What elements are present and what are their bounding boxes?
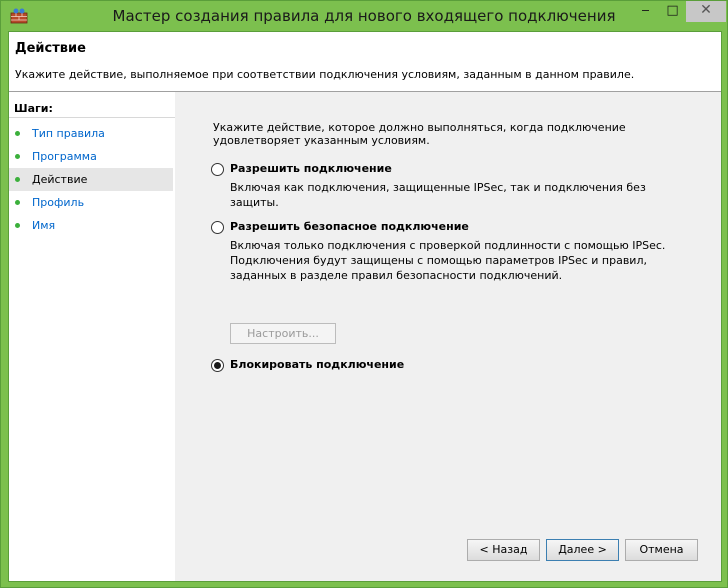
- steps-title: Шаги:: [14, 102, 53, 115]
- step-dot-icon: [15, 223, 20, 228]
- minimize-button[interactable]: ‒: [632, 1, 659, 22]
- step-action[interactable]: Действие: [9, 168, 173, 191]
- wizard-header: Действие Укажите действие, выполняемое п…: [9, 32, 721, 92]
- customize-button[interactable]: Настроить...: [230, 323, 336, 344]
- allow-secure-connection-description: Включая только подключения с проверкой п…: [230, 239, 666, 282]
- page-description: Укажите действие, выполняемое при соотве…: [15, 68, 635, 81]
- action-panel: Укажите действие, которое должно выполня…: [176, 92, 721, 581]
- back-button[interactable]: < Назад: [467, 539, 540, 561]
- step-dot-icon: [15, 177, 20, 182]
- wizard-client: Действие Укажите действие, выполняемое п…: [8, 31, 722, 582]
- step-label: Действие: [32, 173, 88, 186]
- cancel-button[interactable]: Отмена: [625, 539, 698, 561]
- close-button[interactable]: ✕: [686, 1, 726, 22]
- next-button[interactable]: Далее >: [546, 539, 619, 561]
- step-profile[interactable]: Профиль: [9, 191, 173, 214]
- step-label: Профиль: [32, 196, 85, 209]
- steps-sidebar: Шаги: Тип правила Программа Действие Про…: [9, 92, 175, 581]
- allow-connection-radio[interactable]: [211, 163, 224, 176]
- window-title: Мастер создания правила для нового входя…: [112, 7, 616, 25]
- allow-connection-description: Включая как подключения, защищенные IPSe…: [230, 181, 646, 209]
- intro-text: Укажите действие, которое должно выполня…: [213, 121, 626, 147]
- allow-connection-label[interactable]: Разрешить подключение: [230, 162, 392, 175]
- wizard-window: Мастер создания правила для нового входя…: [0, 0, 728, 588]
- maximize-button[interactable]: □: [659, 1, 686, 22]
- step-label: Тип правила: [32, 127, 105, 140]
- allow-secure-connection-label[interactable]: Разрешить безопасное подключение: [230, 220, 469, 233]
- step-program[interactable]: Программа: [9, 145, 173, 168]
- step-dot-icon: [15, 131, 20, 136]
- page-title: Действие: [15, 41, 86, 56]
- step-name[interactable]: Имя: [9, 214, 173, 237]
- block-connection-radio[interactable]: [211, 359, 224, 372]
- title-bar[interactable]: Мастер создания правила для нового входя…: [1, 1, 727, 31]
- step-label: Имя: [32, 219, 56, 232]
- step-label: Программа: [32, 150, 97, 163]
- divider: [9, 117, 175, 118]
- step-rule-type[interactable]: Тип правила: [9, 122, 173, 145]
- allow-secure-connection-radio[interactable]: [211, 221, 224, 234]
- step-dot-icon: [15, 154, 20, 159]
- block-connection-label[interactable]: Блокировать подключение: [230, 358, 404, 371]
- step-dot-icon: [15, 200, 20, 205]
